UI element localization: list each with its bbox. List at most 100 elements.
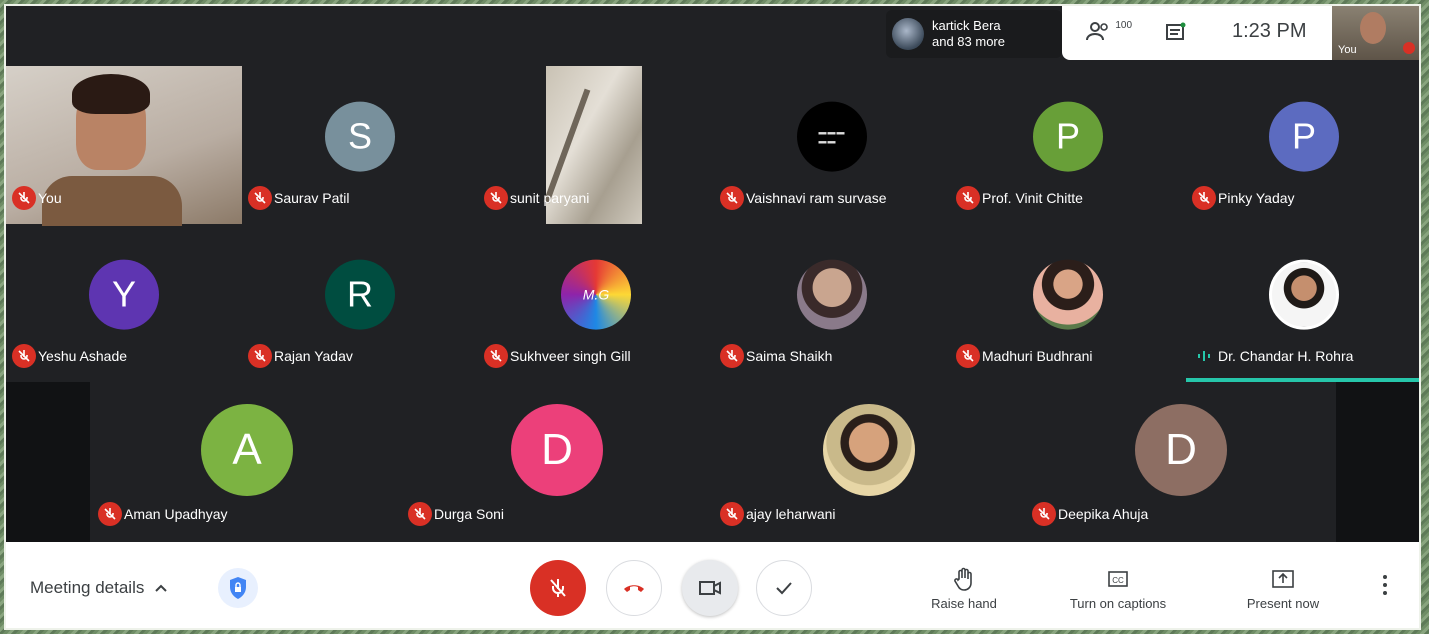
attendees-more: and 83 more xyxy=(932,34,1005,49)
attendees-summary[interactable]: kartick Bera and 83 more xyxy=(886,10,1062,58)
participant-tile-active-speaker[interactable]: Dr. Chandar H. Rohra xyxy=(1186,224,1419,382)
mic-off-icon xyxy=(248,344,272,368)
participant-name: Deepika Ahuja xyxy=(1058,506,1149,522)
raise-hand-button[interactable]: Raise hand xyxy=(924,566,1004,611)
video-body xyxy=(42,176,182,226)
avatar: Y xyxy=(89,259,159,330)
mic-off-icon xyxy=(12,344,36,368)
leave-call-button[interactable] xyxy=(606,560,662,616)
self-view-label: You xyxy=(1338,44,1357,56)
top-bar: kartick Bera and 83 more 100 1:23 PM You xyxy=(6,6,1419,64)
check-icon xyxy=(776,582,792,595)
present-now-label: Present now xyxy=(1246,596,1320,611)
mic-off-icon xyxy=(720,344,744,368)
participant-name: Yeshu Ashade xyxy=(38,348,128,364)
chat-icon xyxy=(1166,22,1186,40)
participant-tile[interactable]: You xyxy=(6,66,242,226)
top-right-panel: 100 1:23 PM xyxy=(1062,6,1332,60)
participant-name: Saima Shaikh xyxy=(746,348,833,364)
participant-name: ajay leharwani xyxy=(746,506,836,522)
avatar-photo: M.G xyxy=(561,259,631,330)
mic-off-icon xyxy=(408,502,432,526)
participant-tile[interactable]: M.G Sukhveer singh Gill xyxy=(478,224,714,382)
bottom-control-bar: Meeting details Raise hand CC Turn on ca… xyxy=(6,542,1419,628)
captions-button[interactable]: CC Turn on captions xyxy=(1058,566,1178,611)
mic-off-icon xyxy=(956,344,980,368)
participant-tile[interactable]: P Pinky Yaday xyxy=(1186,66,1419,224)
participant-tile[interactable]: ajay leharwani xyxy=(714,382,1024,540)
mic-off-icon xyxy=(550,579,566,597)
avatar: P xyxy=(1269,101,1339,172)
participant-tile[interactable]: D Deepika Ahuja xyxy=(1026,382,1336,540)
shield-lock-icon xyxy=(230,577,246,599)
self-view-thumbnail[interactable]: You xyxy=(1332,6,1419,60)
mic-off-icon xyxy=(720,502,744,526)
mic-off-icon xyxy=(956,186,980,210)
mic-off-icon xyxy=(484,186,508,210)
present-now-button[interactable]: Present now xyxy=(1238,566,1328,611)
participant-tile[interactable]: sunit paryani xyxy=(478,66,714,224)
checkmark-button[interactable] xyxy=(756,560,812,616)
self-mic-off-icon xyxy=(1403,42,1415,54)
speaking-icon xyxy=(1192,344,1216,368)
participant-name: Dr. Chandar H. Rohra xyxy=(1218,348,1354,364)
mic-off-icon xyxy=(484,344,508,368)
more-vert-icon xyxy=(1383,575,1387,595)
participant-name: sunit paryani xyxy=(510,190,590,206)
participant-name: You xyxy=(38,190,62,206)
mic-off-icon xyxy=(720,186,744,210)
svg-text:CC: CC xyxy=(1112,576,1124,585)
camera-toggle-button[interactable] xyxy=(682,560,738,616)
attendees-first-name: kartick Bera xyxy=(932,18,1001,33)
people-count: 100 xyxy=(1115,20,1133,31)
participant-name: Sukhveer singh Gill xyxy=(510,348,631,364)
participant-tile[interactable]: P Prof. Vinit Chitte xyxy=(950,66,1186,224)
clock-time: 1:23 PM xyxy=(1232,20,1307,42)
mic-off-icon xyxy=(1032,502,1056,526)
participant-tile[interactable]: Y Yeshu Ashade xyxy=(6,224,242,382)
participant-tile[interactable]: R Rajan Yadav xyxy=(242,224,478,382)
participant-name: Saurav Patil xyxy=(274,190,350,206)
camera-icon xyxy=(699,581,721,595)
mic-toggle-button[interactable] xyxy=(530,560,586,616)
row3-left-edge xyxy=(6,382,90,542)
participant-name: Aman Upadhyay xyxy=(124,506,228,522)
participant-tile[interactable]: S Saurav Patil xyxy=(242,66,478,224)
participant-tile[interactable]: Madhuri Budhrani xyxy=(950,224,1186,382)
phone-hangup-icon xyxy=(624,585,644,592)
avatar: R xyxy=(325,259,395,330)
people-button[interactable]: 100 xyxy=(1086,20,1132,42)
participant-name: Prof. Vinit Chitte xyxy=(982,190,1083,206)
closed-captions-icon: CC xyxy=(1108,571,1128,587)
participant-name: Durga Soni xyxy=(434,506,505,522)
participant-name: Rajan Yadav xyxy=(274,348,353,364)
avatar-photo xyxy=(797,259,867,330)
participant-name: Pinky Yaday xyxy=(1218,190,1295,206)
participant-tile[interactable]: D Durga Soni xyxy=(402,382,712,540)
host-controls-button[interactable] xyxy=(218,568,258,608)
mic-off-icon xyxy=(98,502,122,526)
captions-label: Turn on captions xyxy=(1069,596,1167,611)
mic-off-icon xyxy=(1192,186,1216,210)
row3-right-edge xyxy=(1336,382,1419,542)
participant-tile[interactable]: A Aman Upadhyay xyxy=(92,382,402,540)
raise-hand-label: Raise hand xyxy=(931,596,997,611)
meet-window: kartick Bera and 83 more 100 1:23 PM You xyxy=(4,4,1421,630)
avatar: A xyxy=(201,403,293,496)
meeting-details-button[interactable]: Meeting details xyxy=(30,578,168,598)
attendee-avatar xyxy=(892,18,924,50)
more-options-button[interactable] xyxy=(1382,574,1388,601)
self-face xyxy=(1360,12,1386,44)
participant-tile[interactable]: Saima Shaikh xyxy=(714,224,950,382)
avatar-photo xyxy=(1033,259,1103,330)
chevron-up-icon xyxy=(155,584,168,592)
chat-button[interactable] xyxy=(1164,22,1186,49)
avatar-photo xyxy=(1269,259,1339,330)
hand-icon xyxy=(954,567,972,591)
participant-tile[interactable]: ▬▬▬ ▬▬ Vaishnavi ram survase xyxy=(714,66,950,224)
avatar: D xyxy=(1135,403,1227,496)
present-screen-icon xyxy=(1272,570,1294,588)
mic-off-icon xyxy=(12,186,36,210)
avatar: D xyxy=(511,403,603,496)
participant-name: Madhuri Budhrani xyxy=(982,348,1093,364)
